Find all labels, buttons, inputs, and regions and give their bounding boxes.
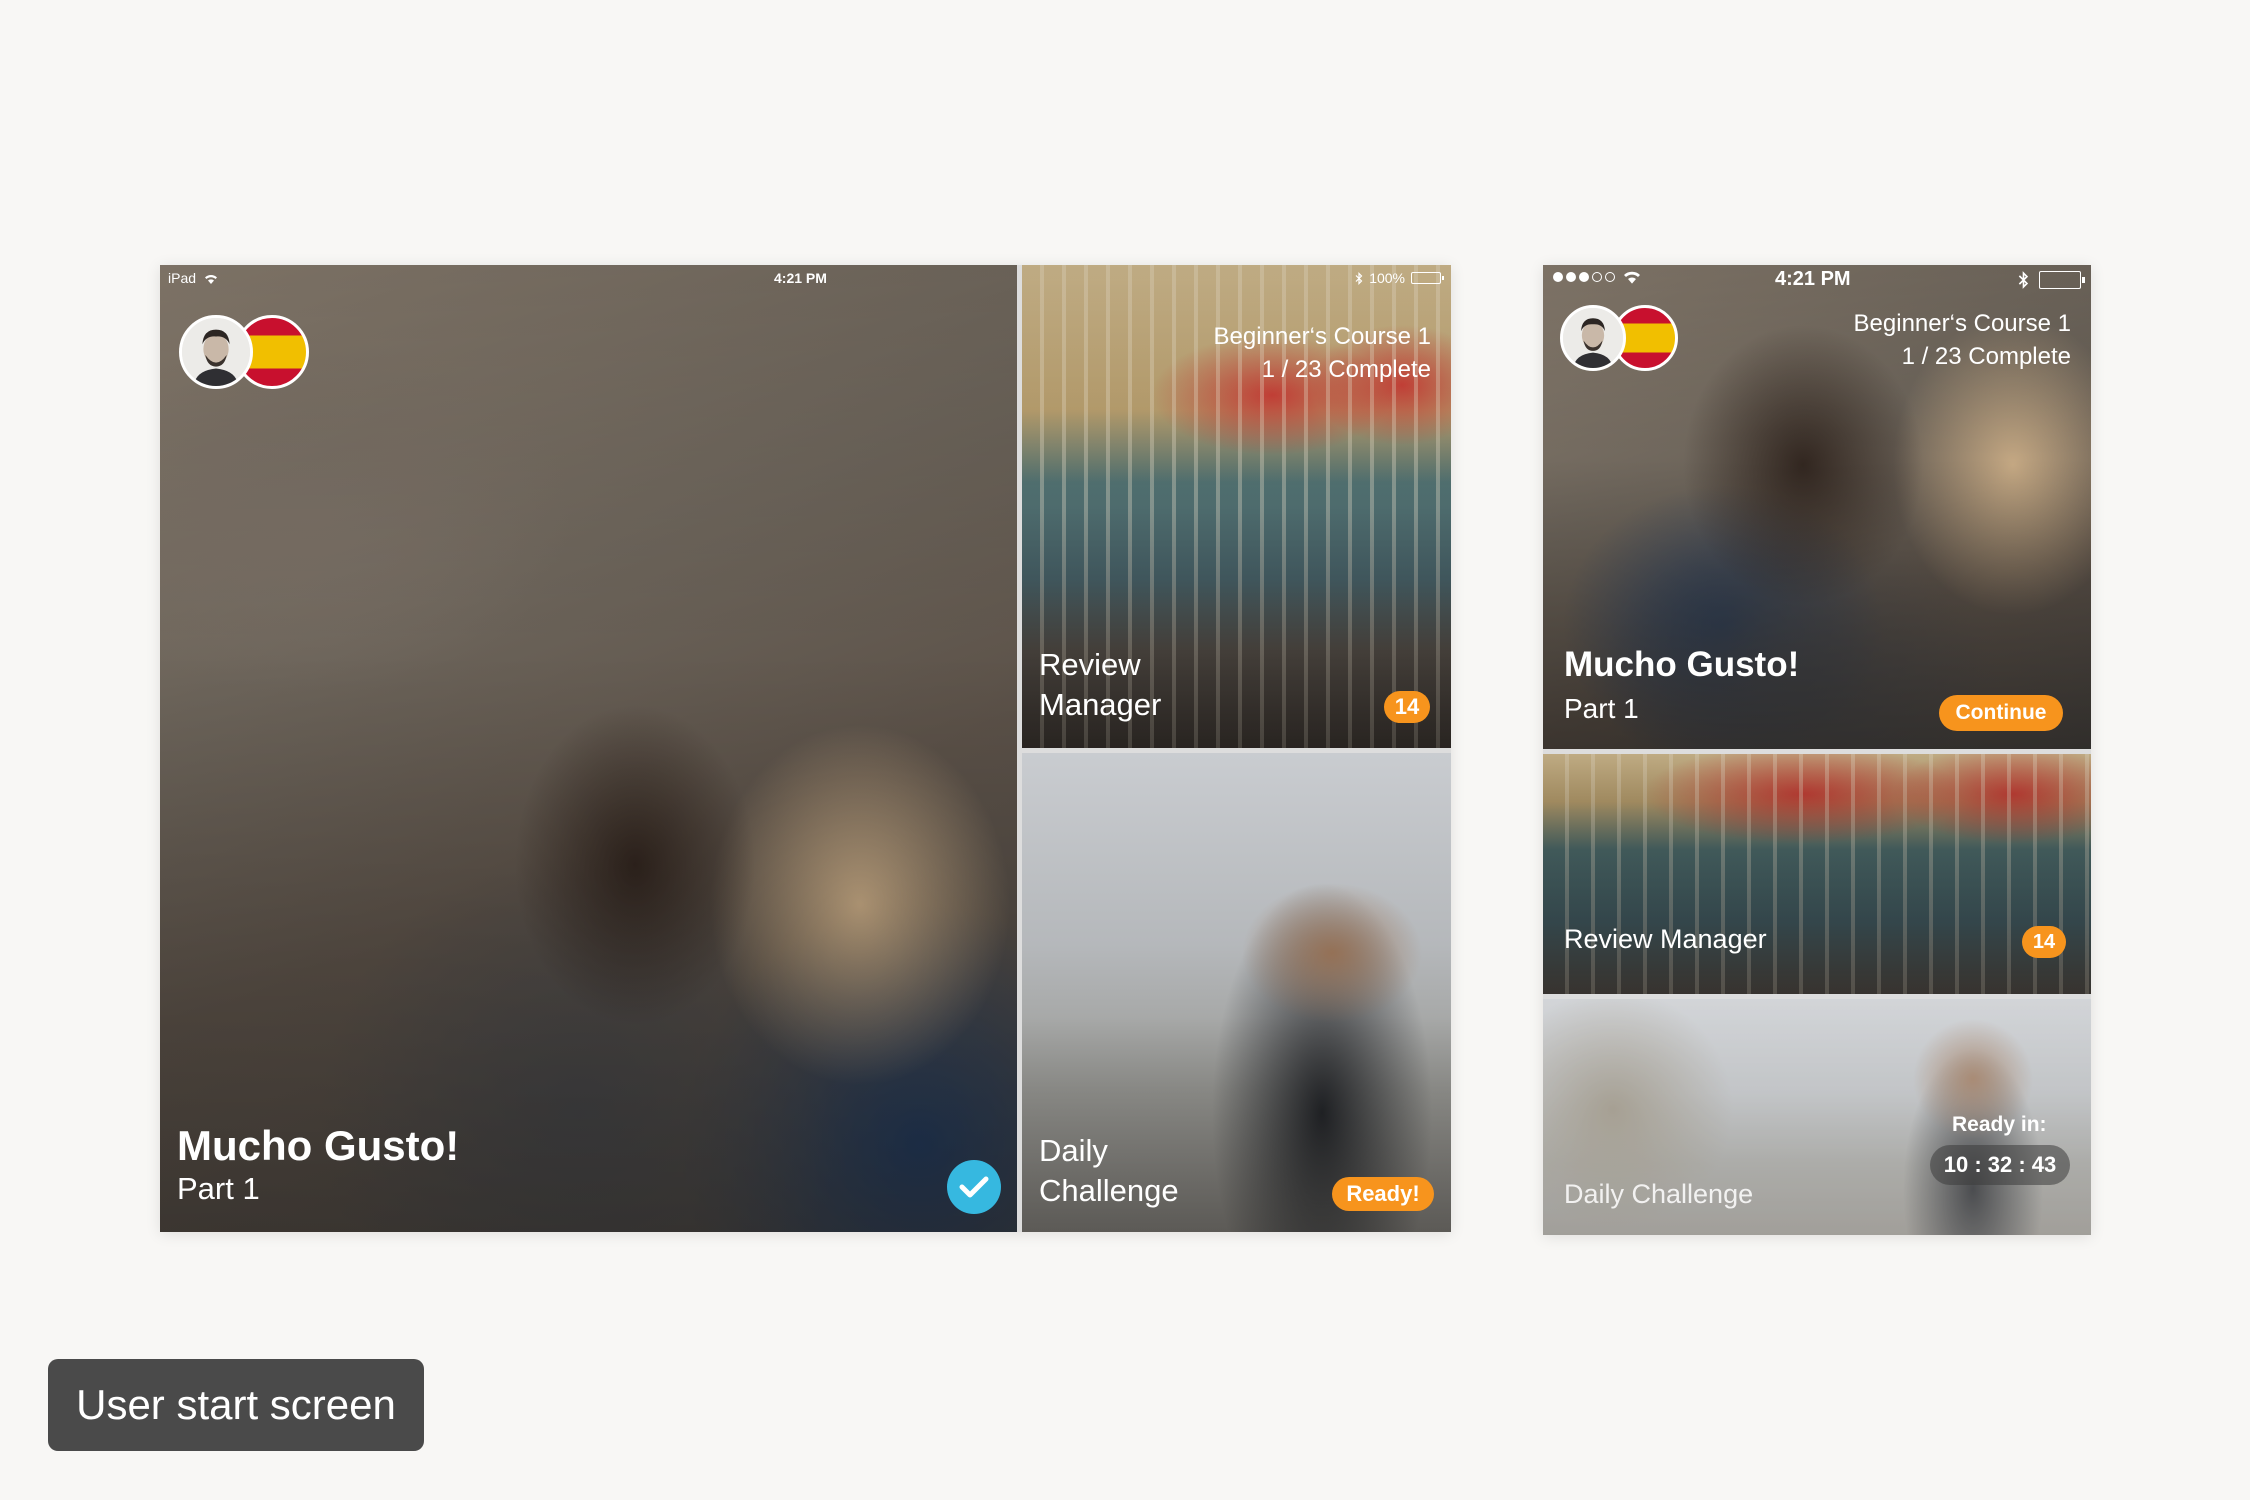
daily-title-line2: Challenge (1039, 1173, 1179, 1208)
battery-group (2018, 271, 2085, 289)
avatar[interactable] (1560, 305, 1626, 371)
battery-icon (1411, 272, 1444, 284)
carrier-label: iPad (168, 270, 197, 286)
course-info: Beginner‘s Course 1 1 / 23 Complete (1854, 307, 2071, 373)
status-bar: 4:21 PM (1543, 265, 2091, 295)
hero-title: Mucho Gusto! (1564, 645, 1800, 684)
daily-title: Daily Challenge (1039, 1131, 1179, 1211)
signal-icon (1553, 272, 1615, 282)
hero-subtitle: Part 1 (177, 1171, 260, 1206)
ready-badge: Ready! (1332, 1177, 1434, 1211)
review-title-line1: Review (1039, 647, 1141, 682)
status-time: 4:21 PM (1775, 268, 1851, 290)
user-profile[interactable] (179, 315, 309, 391)
hero-title: Mucho Gusto! (177, 1122, 460, 1169)
daily-challenge-tile[interactable]: Daily Challenge Ready! (1022, 753, 1451, 1232)
countdown-timer: 10 : 32 : 43 (1930, 1145, 2070, 1185)
status-time: 4:21 PM (774, 270, 827, 286)
bluetooth-icon (1355, 271, 1363, 285)
phone-screen: Mucho Gusto! Part 1 Continue Review Mana… (1543, 265, 2091, 1235)
review-title: Review Manager (1039, 645, 1161, 725)
status-bar: iPad 4:21 PM 100% (160, 265, 1451, 289)
checkmark-icon (947, 1160, 1001, 1214)
carrier-group: iPad (168, 270, 219, 286)
caption-label: User start screen (48, 1359, 424, 1451)
hero-subtitle: Part 1 (1564, 693, 1639, 724)
wifi-icon (204, 275, 217, 285)
hero-shade (160, 265, 1017, 1232)
review-title-line2: Manager (1039, 687, 1162, 722)
wifi-icon (1624, 271, 1640, 284)
course-title: Beginner‘s Course 1 (1213, 323, 1431, 350)
bluetooth-icon (2018, 271, 2029, 289)
review-shade (1543, 754, 2091, 994)
review-count-badge: 14 (2022, 926, 2066, 958)
daily-challenge-tile[interactable]: Daily Challenge Ready in: (1543, 999, 2091, 1235)
battery-percent: 100% (1369, 270, 1405, 286)
battery-group: 100% (1355, 270, 1444, 286)
continue-button[interactable]: Continue (1939, 695, 2063, 731)
course-info: Beginner‘s Course 1 1 / 23 Complete (1214, 320, 1431, 386)
review-manager-tile[interactable]: Review Manager 14 (1543, 754, 2091, 994)
daily-title-line1: Daily (1039, 1133, 1108, 1168)
course-progress: 1 / 23 Complete (1901, 343, 2071, 370)
ready-in-label: Ready in: (1952, 1113, 2047, 1136)
course-title: Beginner‘s Course 1 (1853, 310, 2071, 337)
user-profile[interactable] (1560, 305, 1678, 373)
daily-title: Daily Challenge (1564, 1179, 1754, 1209)
hero-lesson-tile[interactable]: Mucho Gusto! Part 1 (160, 265, 1017, 1232)
tablet-screen: Mucho Gusto! Part 1 Review Manager 14 Da… (160, 265, 1451, 1232)
battery-icon (2039, 271, 2085, 289)
signal-group (1553, 269, 1643, 285)
review-title: Review Manager (1564, 924, 1767, 954)
review-count-badge: 14 (1384, 691, 1430, 723)
avatar[interactable] (179, 315, 253, 389)
course-progress: 1 / 23 Complete (1261, 356, 1431, 383)
